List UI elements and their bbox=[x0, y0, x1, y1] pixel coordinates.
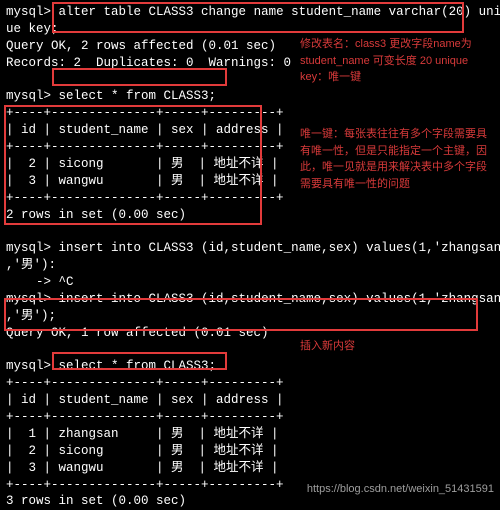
cmd-insert1-line2: ,'男'): bbox=[6, 257, 494, 274]
table-row: | 3 | wangwu | 男 | 地址不详 | bbox=[6, 460, 494, 477]
table-header: | id | student_name | sex | address | bbox=[6, 392, 494, 409]
highlight-select2-command bbox=[52, 352, 227, 370]
cmd-insert1-line1: insert into CLASS3 (id,student_name,sex)… bbox=[59, 241, 500, 255]
highlight-result-table1 bbox=[4, 105, 262, 225]
annotation-insert: 插入新内容 bbox=[300, 338, 355, 355]
mysql-prompt: mysql> bbox=[6, 359, 51, 373]
blank-line bbox=[6, 223, 494, 240]
highlight-insert2-command bbox=[4, 298, 478, 331]
annotation-alter: 修改表名：class3 更改字段name为student_name 可变长度 2… bbox=[300, 36, 490, 86]
table-separator: +----+--------------+-----+---------+ bbox=[6, 375, 494, 392]
highlight-select1-command bbox=[52, 68, 227, 86]
annotation-unique-key: 唯一键：每张表往往有多个字段需要具有唯一性，但是只能指定一个主键，因此，唯一见就… bbox=[300, 126, 490, 192]
mysql-prompt: mysql> bbox=[6, 5, 51, 19]
ctrl-c: -> ^C bbox=[6, 274, 494, 291]
table-row: | 2 | sicong | 男 | 地址不详 | bbox=[6, 443, 494, 460]
watermark: https://blog.csdn.net/weixin_51431591 bbox=[307, 482, 494, 497]
table-row: | 1 | zhangsan | 男 | 地址不详 | bbox=[6, 426, 494, 443]
mysql-prompt: mysql> bbox=[6, 241, 51, 255]
mysql-prompt: mysql> bbox=[6, 89, 51, 103]
highlight-alter-command bbox=[52, 2, 464, 33]
cmd-select1: select * from CLASS3; bbox=[59, 89, 217, 103]
table-separator: +----+--------------+-----+---------+ bbox=[6, 409, 494, 426]
